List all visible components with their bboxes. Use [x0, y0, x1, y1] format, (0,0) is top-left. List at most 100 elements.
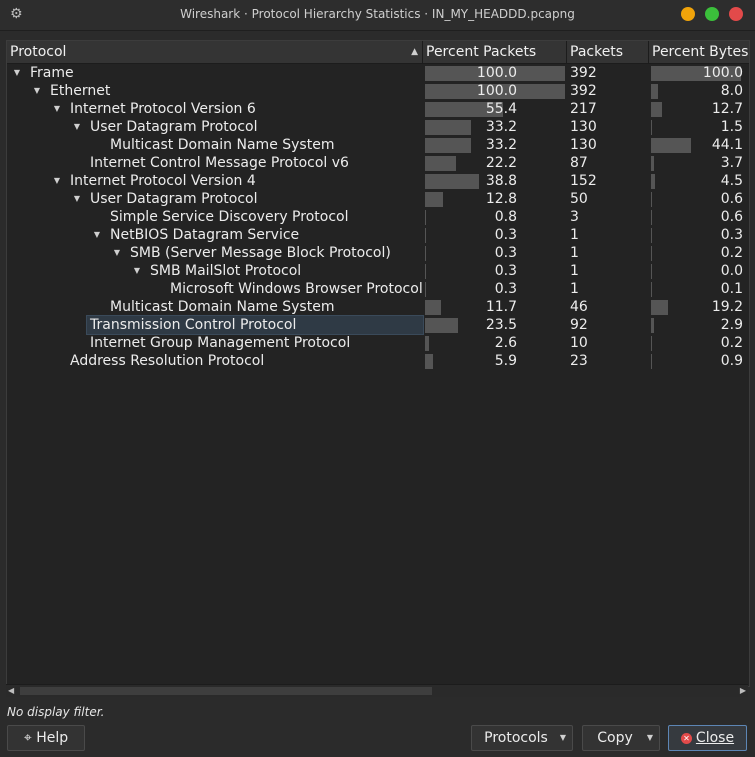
- copy-button[interactable]: Copy ▼: [582, 725, 660, 751]
- scroll-left-icon[interactable]: ◀: [8, 685, 14, 697]
- percent-bytes-bar: [651, 210, 652, 225]
- column-header-percent-bytes[interactable]: Percent Bytes: [649, 41, 749, 63]
- display-filter-status: No display filter.: [7, 705, 105, 719]
- percent-bytes-value: 12.7: [711, 101, 743, 117]
- protocol-name: Simple Service Discovery Protocol: [110, 209, 349, 225]
- help-button[interactable]: ⌖ Help: [7, 725, 85, 751]
- percent-packets-cell: 0.3: [425, 280, 565, 298]
- percent-bytes-cell: 0.2: [651, 334, 747, 352]
- dropdown-arrow-icon: ▼: [646, 733, 653, 742]
- dropdown-arrow-icon: ▼: [559, 733, 566, 742]
- percent-bytes-cell: 0.6: [651, 208, 747, 226]
- percent-bytes-value: 0.3: [720, 227, 743, 243]
- window-close-button[interactable]: [729, 7, 743, 21]
- close-button[interactable]: ✕ Close: [668, 725, 747, 751]
- tree-row[interactable]: ▼ Internet Protocol Version 4 38.8 152 4.5: [7, 172, 749, 190]
- tree-row[interactable]: Transmission Control Protocol 23.5 92 2.9: [7, 315, 749, 335]
- percent-bytes-value: 0.6: [720, 209, 743, 225]
- packets-value: 23: [570, 353, 588, 369]
- percent-bytes-bar: [651, 228, 652, 243]
- title-bar: ⚙ Wireshark · Protocol Hierarchy Statist…: [0, 0, 755, 31]
- tree-row[interactable]: Multicast Domain Name System 33.2 130 44.1: [7, 136, 749, 154]
- tree-row[interactable]: ▼ NetBIOS Datagram Service 0.3 1 0.3: [7, 226, 749, 244]
- percent-bytes-bar: [651, 264, 652, 279]
- percent-bytes-cell: 0.1: [651, 280, 747, 298]
- protocol-name: Transmission Control Protocol: [90, 317, 297, 333]
- protocol-name: Multicast Domain Name System: [110, 299, 335, 315]
- protocol-tree[interactable]: Protocol ▲ Percent Packets Packets Percen…: [6, 40, 750, 687]
- tree-row[interactable]: Address Resolution Protocol 5.9 23 0.9: [7, 352, 749, 370]
- percent-bytes-cell: 3.7: [651, 154, 747, 172]
- column-header-protocol[interactable]: Protocol ▲: [7, 41, 423, 63]
- maximize-button[interactable]: [705, 7, 719, 21]
- percent-bytes-cell: 8.0: [651, 82, 747, 100]
- packets-value: 1: [570, 245, 579, 261]
- percent-packets-cell: 33.2: [425, 136, 565, 154]
- tree-row[interactable]: ▼ SMB (Server Message Block Protocol) 0.3 1…: [7, 244, 749, 262]
- percent-packets-value: 2.6: [494, 335, 517, 351]
- percent-bytes-cell: 2.9: [651, 316, 747, 334]
- percent-packets-value: 0.3: [494, 245, 517, 261]
- protocols-button[interactable]: Protocols ▼: [471, 725, 573, 751]
- column-header-percent-packets[interactable]: Percent Packets: [423, 41, 567, 63]
- percent-packets-value: 11.7: [485, 299, 517, 315]
- protocol-name: Ethernet: [50, 83, 111, 99]
- percent-packets-cell: 100.0: [425, 82, 565, 100]
- percent-bytes-cell: 1.5: [651, 118, 747, 136]
- tree-row[interactable]: Microsoft Windows Browser Protocol 0.3 1 0.…: [7, 280, 749, 298]
- percent-bytes-value: 0.9: [720, 353, 743, 369]
- packets-value: 392: [570, 65, 597, 81]
- close-label: Close: [695, 730, 735, 746]
- percent-bytes-bar: [651, 282, 652, 297]
- packets-value: 1: [570, 227, 579, 243]
- percent-packets-bar: [425, 354, 433, 369]
- column-header-packets[interactable]: Packets: [567, 41, 649, 63]
- protocol-name: User Datagram Protocol: [90, 191, 258, 207]
- percent-bytes-cell: 0.6: [651, 190, 747, 208]
- percent-bytes-value: 4.5: [720, 173, 743, 189]
- percent-bytes-value: 0.0: [720, 263, 743, 279]
- percent-packets-cell: 38.8: [425, 172, 565, 190]
- tree-row[interactable]: ▼ Ethernet 100.0 392 8.0: [7, 82, 749, 100]
- protocol-name: Internet Group Management Protocol: [90, 335, 351, 351]
- percent-packets-value: 0.8: [494, 209, 517, 225]
- percent-bytes-cell: 44.1: [651, 136, 747, 154]
- percent-bytes-bar: [651, 336, 652, 351]
- packets-value: 10: [570, 335, 588, 351]
- percent-bytes-cell: 0.9: [651, 352, 747, 370]
- percent-packets-cell: 2.6: [425, 334, 565, 352]
- tree-row[interactable]: ▼ SMB MailSlot Protocol 0.3 1 0.0: [7, 262, 749, 280]
- percent-bytes-bar: [651, 354, 652, 369]
- percent-packets-cell: 0.3: [425, 226, 565, 244]
- percent-packets-cell: 12.8: [425, 190, 565, 208]
- percent-bytes-cell: 0.3: [651, 226, 747, 244]
- percent-packets-cell: 0.3: [425, 262, 565, 280]
- tree-row[interactable]: ▼ Frame 100.0 392 100.0: [7, 64, 749, 82]
- scroll-right-icon[interactable]: ▶: [740, 685, 746, 697]
- percent-bytes-value: 0.1: [720, 281, 743, 297]
- percent-bytes-bar: [651, 120, 652, 135]
- percent-bytes-value: 19.2: [711, 299, 743, 315]
- protocol-name: User Datagram Protocol: [90, 119, 258, 135]
- percent-packets-bar: [425, 300, 441, 315]
- tree-row[interactable]: Internet Group Management Protocol 2.6 10 0…: [7, 334, 749, 352]
- percent-packets-bar: [425, 174, 479, 189]
- tree-row[interactable]: ▼ User Datagram Protocol 33.2 130 1.5: [7, 118, 749, 136]
- percent-packets-cell: 0.3: [425, 244, 565, 262]
- protocol-name: Multicast Domain Name System: [110, 137, 335, 153]
- minimize-button[interactable]: [681, 7, 695, 21]
- scrollbar-thumb[interactable]: [20, 687, 432, 695]
- percent-packets-value: 100.0: [476, 65, 517, 81]
- packets-value: 3: [570, 209, 579, 225]
- tree-row[interactable]: Simple Service Discovery Protocol 0.8 3 0.6: [7, 208, 749, 226]
- tree-row[interactable]: Multicast Domain Name System 11.7 46 19.2: [7, 298, 749, 316]
- horizontal-scrollbar[interactable]: ◀ ▶: [6, 684, 748, 697]
- tree-row[interactable]: ▼ Internet Protocol Version 6 55.4 217 12.7: [7, 100, 749, 118]
- percent-bytes-cell: 12.7: [651, 100, 747, 118]
- percent-bytes-value: 0.2: [720, 245, 743, 261]
- tree-row[interactable]: Internet Control Message Protocol v6 22.2…: [7, 154, 749, 172]
- percent-packets-cell: 22.2: [425, 154, 565, 172]
- packets-value: 50: [570, 191, 588, 207]
- tree-row[interactable]: ▼ User Datagram Protocol 12.8 50 0.6: [7, 190, 749, 208]
- percent-bytes-bar: [651, 300, 668, 315]
